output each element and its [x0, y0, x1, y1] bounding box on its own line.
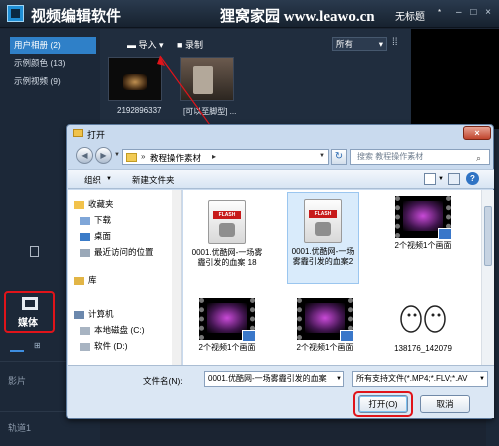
recent-icon [80, 248, 90, 257]
flash-file-icon: FLASH [304, 199, 342, 243]
star-icon [74, 200, 84, 209]
nav-item-software-d[interactable]: 软件 (D:) [80, 340, 128, 352]
folder-icon [126, 153, 137, 162]
nav-label: 本地磁盘 (C:) [94, 325, 145, 335]
nav-item-local-disk-c[interactable]: 本地磁盘 (C:) [80, 324, 145, 336]
image-file-icon [395, 299, 451, 341]
forward-button[interactable]: ▶ [95, 147, 112, 164]
scrollbar-thumb[interactable] [484, 206, 492, 266]
nav-item-favorites[interactable]: 收藏夹 [74, 198, 114, 210]
breadcrumb-arrow-icon[interactable]: ▸ [212, 152, 216, 161]
help-icon[interactable]: ? [466, 172, 479, 185]
video-file-icon [297, 298, 354, 342]
file-item[interactable]: 2个视频1个画面 [191, 296, 263, 362]
download-icon [80, 216, 90, 225]
nav-item-recent-places[interactable]: 最近访问的位置 [80, 246, 154, 258]
file-name: 138176_142079 [394, 344, 452, 353]
file-name: 2个视频1个画面 [296, 343, 354, 352]
nav-label: 桌面 [94, 231, 112, 241]
dialog-title: 打开 [87, 130, 106, 140]
search-input[interactable]: 搜索 教程操作素材 ⌕ [350, 149, 490, 165]
library-icon [74, 276, 84, 285]
file-name: 0001.优酷网-一场雾霾引发的血案 18 [191, 248, 263, 267]
video-file-icon [395, 196, 452, 240]
file-list-scrollbar[interactable] [481, 190, 494, 365]
nav-label: 收藏夹 [88, 199, 114, 209]
close-button[interactable]: × [463, 126, 491, 140]
cancel-button[interactable]: 取消 [420, 395, 470, 413]
computer-icon [74, 310, 84, 319]
filename-label: 文件名(N): [143, 376, 183, 386]
drive-icon [80, 326, 90, 335]
address-dropdown-icon[interactable]: ▼ [319, 153, 325, 159]
search-icon[interactable]: ⌕ [476, 151, 481, 165]
file-item[interactable]: FLASH 0001.优酷网-一场雾霾引发的血案 18 [191, 194, 263, 282]
refresh-button[interactable]: ↻ [331, 149, 347, 165]
recent-locations-dropdown-icon[interactable]: ▼ [114, 152, 120, 158]
nav-label: 计算机 [88, 309, 114, 319]
nav-item-downloads[interactable]: 下载 [80, 214, 111, 226]
dialog-footer: 文件名(N): 0001.优酷网-一场雾霾引发的血案 ▼ 所有支持文件(*.MP… [68, 365, 494, 418]
nav-label: 软件 (D:) [94, 341, 128, 351]
nav-label: 库 [88, 275, 97, 285]
drive-icon [80, 342, 90, 351]
change-view-icon[interactable] [424, 173, 436, 185]
navigation-pane: 收藏夹 下载 桌面 最近访问的位置 库 计算机 本地磁盘 (C:) 软件 (D:… [68, 190, 173, 365]
search-placeholder: 搜索 教程操作素材 [357, 152, 424, 161]
chevron-down-icon[interactable]: ▼ [106, 176, 112, 182]
command-bar: 组织 ▼ 新建文件夹 ▼ ? [68, 169, 494, 189]
chevron-down-icon[interactable]: ▼ [336, 376, 342, 382]
filename-input[interactable]: 0001.优酷网-一场雾霾引发的血案 [204, 371, 344, 387]
organize-button[interactable]: 组织 [84, 174, 101, 186]
nav-item-desktop[interactable]: 桌面 [80, 230, 111, 242]
file-item[interactable]: FLASH 0001.优酷网-一场雾霾引发的血案2 [287, 192, 359, 284]
desktop-icon [80, 232, 90, 241]
file-list: FLASH 0001.优酷网-一场雾霾引发的血案 18 FLASH 0001.优… [183, 190, 481, 365]
navigation-scrollbar[interactable] [172, 190, 182, 365]
file-item[interactable]: 138176_142079 [387, 296, 459, 362]
nav-item-computer[interactable]: 计算机 [74, 308, 114, 320]
file-item[interactable]: 2个视频1个画面 [289, 296, 361, 362]
chevron-down-icon[interactable]: ▼ [438, 176, 444, 182]
file-item[interactable]: 2个视频1个画面 [387, 194, 459, 264]
new-folder-button[interactable]: 新建文件夹 [132, 174, 175, 186]
breadcrumb-current[interactable]: 教程操作素材 [150, 152, 201, 164]
preview-pane-icon[interactable] [448, 173, 460, 185]
video-file-icon [199, 298, 256, 342]
address-bar[interactable]: » 教程操作素材 ▸ ▼ [122, 149, 329, 165]
flash-file-icon: FLASH [208, 200, 246, 244]
chevron-down-icon[interactable]: ▼ [479, 376, 485, 382]
nav-label: 下载 [94, 215, 112, 225]
file-name: 2个视频1个画面 [198, 343, 256, 352]
open-file-dialog: 打开 × ◀ ▶ ▼ » 教程操作素材 ▸ ▼ ↻ 搜索 教程操作素材 ⌕ 组织… [66, 124, 494, 419]
open-button[interactable]: 打开(O) [358, 395, 408, 413]
file-name: 0001.优酷网-一场雾霾引发的血案2 [291, 247, 355, 266]
breadcrumb-separator[interactable]: » [141, 152, 145, 161]
back-button[interactable]: ◀ [76, 147, 93, 164]
file-type-select[interactable]: 所有支持文件(*.MP4;*.FLV;*.AV [352, 371, 488, 387]
file-name: 2个视频1个画面 [394, 241, 452, 250]
nav-label: 最近访问的位置 [94, 247, 154, 257]
nav-item-libraries[interactable]: 库 [74, 274, 97, 286]
dialog-icon [73, 129, 83, 137]
